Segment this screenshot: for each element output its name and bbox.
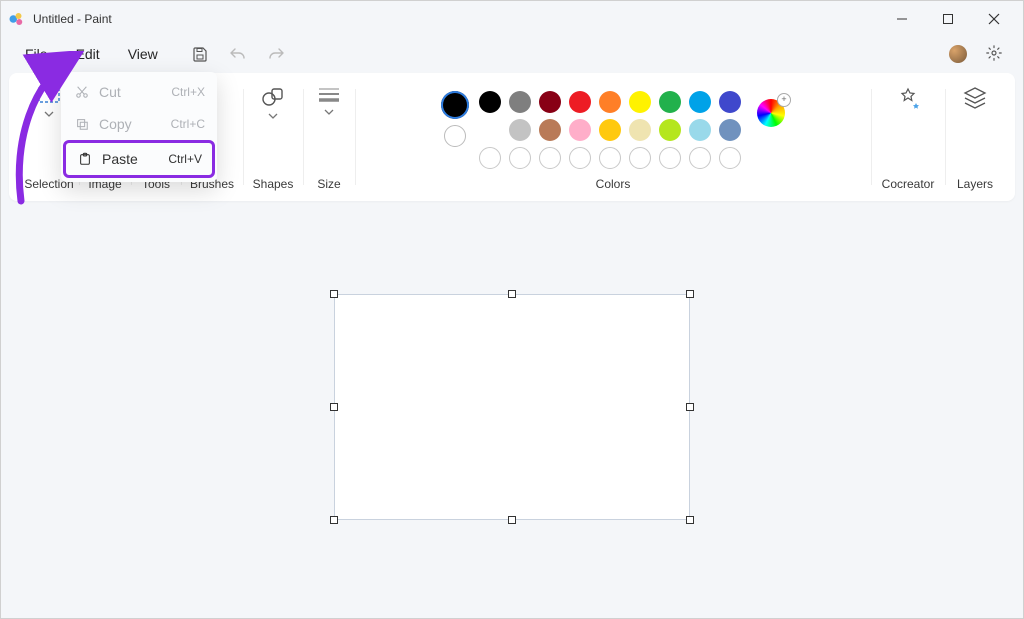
ribbon-shapes-label: Shapes — [253, 177, 294, 191]
user-avatar[interactable] — [949, 45, 967, 63]
menu-item-cut[interactable]: Cut Ctrl+X — [63, 76, 215, 108]
settings-icon[interactable] — [985, 44, 1003, 65]
resize-handle-s[interactable] — [508, 516, 516, 524]
color-swatch-empty[interactable] — [689, 147, 711, 169]
color-swatch-empty[interactable] — [509, 147, 531, 169]
ribbon-size-label: Size — [317, 177, 340, 191]
color-swatch-empty[interactable] — [659, 147, 681, 169]
primary-color-swatch[interactable] — [441, 91, 469, 119]
ribbon-cocreator-group: Cocreator — [871, 81, 945, 193]
color-swatch[interactable] — [629, 91, 651, 113]
color-swatch[interactable] — [479, 119, 501, 141]
ribbon-cocreator-label: Cocreator — [882, 177, 935, 191]
canvas[interactable] — [334, 294, 690, 520]
color-swatch-empty[interactable] — [719, 147, 741, 169]
minimize-button[interactable] — [879, 1, 925, 37]
color-swatch[interactable] — [599, 119, 621, 141]
menu-edit[interactable]: Edit — [62, 40, 114, 68]
color-swatch[interactable] — [479, 91, 501, 113]
color-swatch[interactable] — [539, 119, 561, 141]
menu-file[interactable]: File — [11, 40, 62, 68]
size-tool[interactable] — [317, 85, 341, 115]
color-swatch[interactable] — [689, 119, 711, 141]
secondary-color-swatch[interactable] — [444, 125, 466, 147]
layers-button[interactable] — [962, 85, 988, 111]
ribbon-shapes-group: Shapes — [243, 81, 303, 193]
maximize-button[interactable] — [925, 1, 971, 37]
edit-colors-button[interactable] — [757, 99, 785, 127]
color-swatch[interactable] — [629, 119, 651, 141]
color-swatch[interactable] — [719, 119, 741, 141]
ribbon-layers-label: Layers — [957, 177, 993, 191]
color-palette — [479, 91, 741, 169]
resize-handle-w[interactable] — [330, 403, 338, 411]
close-button[interactable] — [971, 1, 1017, 37]
color-swatch[interactable] — [659, 91, 681, 113]
color-swatch-empty[interactable] — [539, 147, 561, 169]
undo-icon[interactable] — [228, 44, 248, 64]
paste-icon — [76, 152, 94, 166]
menu-bar: File Edit View — [1, 37, 1023, 71]
color-swatch[interactable] — [509, 91, 531, 113]
resize-handle-nw[interactable] — [330, 290, 338, 298]
color-swatch[interactable] — [539, 91, 561, 113]
window-title: Untitled - Paint — [33, 12, 112, 26]
cut-icon — [73, 85, 91, 99]
copy-label: Copy — [99, 116, 132, 132]
cocreator-button[interactable] — [894, 85, 922, 113]
color-swatch[interactable] — [659, 119, 681, 141]
ribbon-colors-label: Colors — [596, 177, 631, 191]
paste-label: Paste — [102, 151, 138, 167]
save-icon[interactable] — [190, 44, 210, 64]
menu-item-copy[interactable]: Copy Ctrl+C — [63, 108, 215, 140]
menu-view[interactable]: View — [114, 40, 172, 68]
paste-shortcut: Ctrl+V — [168, 152, 202, 166]
ribbon-layers-group: Layers — [945, 81, 1005, 193]
color-swatch-empty[interactable] — [599, 147, 621, 169]
cut-shortcut: Ctrl+X — [171, 85, 205, 99]
copy-icon — [73, 117, 91, 131]
color-swatch[interactable] — [599, 91, 621, 113]
menu-item-paste[interactable]: Paste Ctrl+V — [63, 140, 215, 178]
color-swatch[interactable] — [509, 119, 531, 141]
color-swatch[interactable] — [719, 91, 741, 113]
resize-handle-ne[interactable] — [686, 290, 694, 298]
ribbon-colors-group: Colors — [355, 81, 871, 193]
redo-icon[interactable] — [266, 44, 286, 64]
quick-access-toolbar — [190, 44, 286, 64]
app-icon — [7, 9, 27, 29]
color-swatch-empty[interactable] — [569, 147, 591, 169]
copy-shortcut: Ctrl+C — [171, 117, 205, 131]
resize-handle-e[interactable] — [686, 403, 694, 411]
color-swatch[interactable] — [569, 91, 591, 113]
resize-handle-n[interactable] — [508, 290, 516, 298]
ribbon-size-group: Size — [303, 81, 355, 193]
color-swatch[interactable] — [569, 119, 591, 141]
canvas-area — [1, 209, 1023, 605]
title-bar: Untitled - Paint — [1, 1, 1023, 37]
color-swatch-empty[interactable] — [629, 147, 651, 169]
cut-label: Cut — [99, 84, 121, 100]
color-swatch[interactable] — [689, 91, 711, 113]
shapes-tool[interactable] — [260, 85, 286, 119]
selection-tool[interactable] — [35, 85, 63, 117]
resize-handle-sw[interactable] — [330, 516, 338, 524]
color-swatch-empty[interactable] — [479, 147, 501, 169]
resize-handle-se[interactable] — [686, 516, 694, 524]
window-controls — [879, 1, 1017, 37]
edit-dropdown-menu: Cut Ctrl+X Copy Ctrl+C Paste Ctrl+V — [61, 72, 217, 182]
